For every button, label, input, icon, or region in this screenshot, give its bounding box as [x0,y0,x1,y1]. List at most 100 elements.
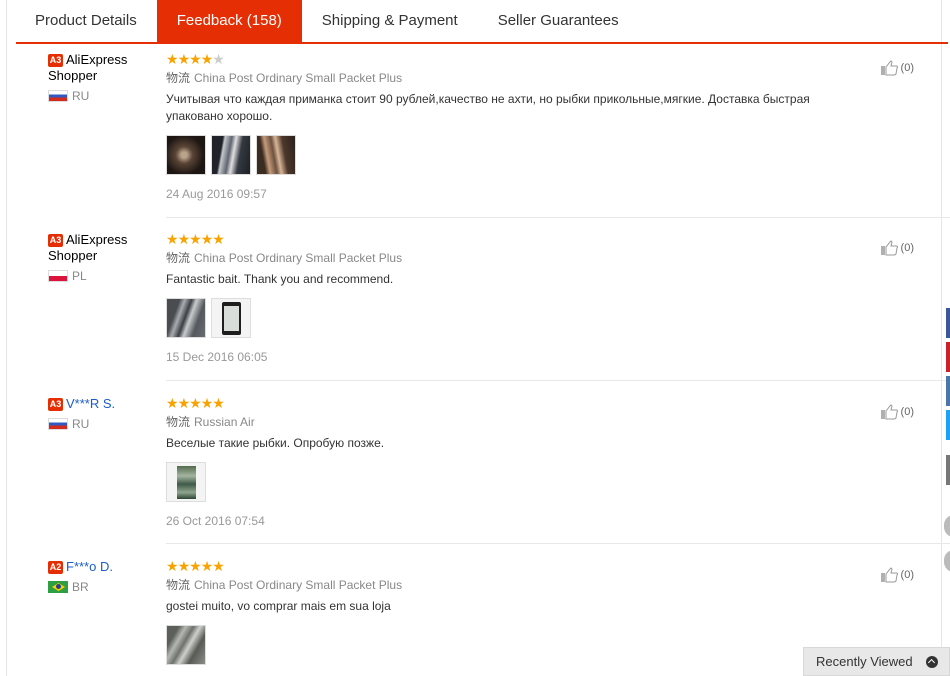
like-count: (0) [900,62,914,74]
feedback-text: Fantastic bait. Thank you and recommend. [166,272,394,286]
buyer-name-line1: AliExpress [66,232,128,247]
star-icon: ★ [177,395,191,411]
buyer-level-badge: A2 [48,561,63,574]
feedback-divider [166,217,950,218]
star-rating: ★★★★★ [166,232,866,246]
star-icon: ★ [189,558,202,574]
russia-flag-icon [48,418,68,430]
logistics-method: China Post Ordinary Small Packet Plus [194,578,403,592]
buyer-name-line1: AliExpress [66,52,128,67]
vk-share-button[interactable] [946,376,950,406]
feedback-photo-thumbnail[interactable] [166,298,206,338]
star-rating: ★★★★★ [166,559,866,573]
star-icon: ★ [177,231,191,247]
buyer-name-line2: Shopper [48,248,98,263]
buyer-country: PL [48,269,158,283]
star-icon: ★ [189,51,202,67]
like-button[interactable]: (0) [880,567,914,583]
logistics-method: China Post Ordinary Small Packet Plus [194,251,403,265]
buyer-name: A3 AliExpress Shopper [48,52,158,84]
star-icon: ★ [200,51,214,67]
buyer-info: A3 V***R S. RU [48,396,158,431]
side-scroll-button[interactable] [944,550,950,572]
logistics-label: 物流 [166,415,191,429]
logistics-info: 物流 China Post Ordinary Small Packet Plus [166,578,866,592]
buyer-country: RU [48,89,158,103]
buyer-name-line1: F***o D. [66,559,113,574]
recently-viewed-label: Recently Viewed [816,654,913,669]
feedback-photo-thumbnail[interactable] [166,462,206,502]
tab-shipping-payment[interactable]: Shipping & Payment [302,0,478,42]
like-button[interactable]: (0) [880,240,914,256]
feedback-photo-thumbnail[interactable] [211,298,251,338]
buyer-name[interactable]: A3 V***R S. [48,396,158,412]
star-icon: ★ [212,395,225,411]
buyer-name[interactable]: A2 F***o D. [48,559,158,575]
tab-product-details[interactable]: Product Details [16,0,157,42]
recently-viewed-bar[interactable]: Recently Viewed [803,647,950,676]
feedback-content: ★★★★★ 物流 China Post Ordinary Small Packet… [166,232,866,364]
feedback-date: 15 Dec 2016 06:05 [166,350,268,364]
feedback-photo-thumbnail[interactable] [166,135,206,175]
star-icon: ★ [212,231,225,247]
country-code: RU [72,89,90,103]
logistics-label: 物流 [166,71,191,85]
logistics-info: 物流 China Post Ordinary Small Packet Plus [166,251,866,265]
country-code: BR [72,580,89,594]
pinterest-share-button[interactable] [946,342,950,372]
logistics-info: 物流 Russian Air [166,415,866,429]
side-scroll-button[interactable] [944,515,950,537]
star-icon: ★ [166,51,179,67]
star-icon: ★ [200,395,214,411]
buyer-info: A3 AliExpress Shopper RU [48,52,158,103]
more-share-button[interactable] [946,455,950,485]
star-icon: ★ [166,558,179,574]
logistics-info: 物流 China Post Ordinary Small Packet Plus [166,71,866,85]
buyer-info: A2 F***o D. BR [48,559,158,594]
feedback-divider [166,543,950,544]
thumbs-up-icon [880,404,898,420]
buyer-level-badge: A3 [48,234,63,247]
feedback-date: 24 Aug 2016 09:57 [166,187,267,201]
logistics-method: Russian Air [194,415,255,429]
brazil-flag-icon [48,581,68,593]
star-icon: ★ [189,231,202,247]
star-icon: ★ [166,231,179,247]
buyer-country: BR [48,580,158,594]
tab-feedback[interactable]: Feedback (158) [156,0,302,42]
tab-seller-guarantees[interactable]: Seller Guarantees [478,0,639,42]
feedback-photo-thumbnail[interactable] [211,135,251,175]
thumbs-up-icon [880,567,898,583]
feedback-photo-thumbnail[interactable] [256,135,296,175]
russia-flag-icon [48,90,68,102]
star-icon: ★ [177,51,191,67]
poland-flag-icon [48,270,68,282]
buyer-country: RU [48,417,158,431]
like-count: (0) [900,569,914,581]
like-button[interactable]: (0) [880,404,914,420]
logistics-label: 物流 [166,578,191,592]
feedback-photo-thumbnail[interactable] [166,625,206,665]
feedback-date: 26 Oct 2016 07:54 [166,514,265,528]
feedback-content: ★★★★★ 物流 China Post Ordinary Small Packet… [166,52,866,201]
feedback-photos [166,135,866,175]
star-icon: ★ [200,231,214,247]
country-code: PL [72,269,87,283]
star-empty-icon: ★ [212,51,225,67]
country-code: RU [72,417,90,431]
like-count: (0) [900,242,914,254]
star-icon: ★ [212,558,225,574]
like-button[interactable]: (0) [880,60,914,76]
facebook-share-button[interactable] [946,308,950,338]
thumbs-up-icon [880,240,898,256]
twitter-share-button[interactable] [946,410,950,440]
feedback-text: Веселые такие рыбки. Опробую позже. [166,436,385,450]
feedback-text: gostei muito, vo comprar mais em sua loj… [166,599,391,613]
buyer-name: A3 AliExpress Shopper [48,232,158,264]
feedback-divider [166,380,950,381]
buyer-level-badge: A3 [48,54,63,67]
feedback-text: Учитывая что каждая приманка стоит 90 ру… [166,92,810,123]
star-icon: ★ [189,395,202,411]
like-count: (0) [900,406,914,418]
product-tabs: Product Details Feedback (158) Shipping … [16,0,948,44]
